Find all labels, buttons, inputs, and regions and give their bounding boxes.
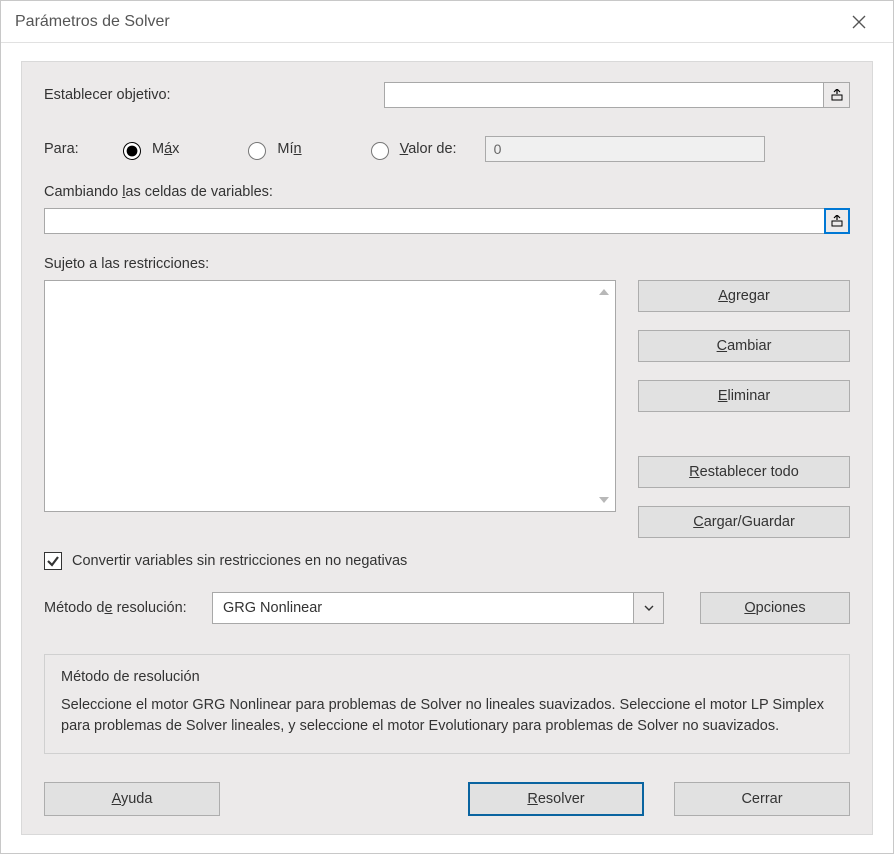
radio-value-of-label: Valor de:: [400, 141, 457, 157]
radio-max-input[interactable]: [123, 142, 141, 160]
nonneg-label: Convertir variables sin restricciones en…: [72, 553, 407, 569]
nonneg-row[interactable]: Convertir variables sin restricciones en…: [44, 552, 850, 570]
chevron-up-icon: [597, 285, 611, 299]
para-label: Para:: [44, 141, 118, 157]
add-button[interactable]: Agregar: [638, 280, 850, 312]
objective-input-wrap: [384, 82, 850, 108]
radio-min[interactable]: Mín: [243, 139, 301, 160]
method-row: Método de resolución: GRG Nonlinear Opci…: [44, 592, 850, 624]
value-of-input[interactable]: [485, 136, 765, 162]
method-selected-value: GRG Nonlinear: [213, 600, 633, 616]
help-box-text: Seleccione el motor GRG Nonlinear para p…: [61, 695, 833, 737]
constraint-buttons: Agregar Cambiar Eliminar Restablecer tod…: [638, 280, 850, 538]
changing-label: Cambiando las celdas de variables:: [44, 184, 850, 200]
radio-min-label: Mín: [277, 141, 301, 157]
radio-min-input[interactable]: [248, 142, 266, 160]
help-button[interactable]: Ayuda: [44, 782, 220, 816]
constraints-section: Sujeto a las restricciones: Agregar Camb…: [44, 256, 850, 538]
radio-max-label: Máx: [152, 141, 179, 157]
changing-input[interactable]: [45, 209, 825, 233]
chevron-down-icon: [597, 493, 611, 507]
collapse-icon[interactable]: [823, 83, 849, 107]
dialog-body: Establecer objetivo: Para: Máx Mín Valor: [21, 61, 873, 835]
objective-input[interactable]: [385, 83, 823, 107]
objective-type-row: Para: Máx Mín Valor de:: [44, 136, 850, 162]
close-button[interactable]: Cerrar: [674, 782, 850, 816]
radio-value-of[interactable]: Valor de:: [366, 139, 457, 160]
changing-input-wrap: [44, 208, 850, 234]
objective-label: Establecer objetivo:: [44, 87, 384, 103]
constraints-label: Sujeto a las restricciones:: [44, 256, 850, 272]
method-select[interactable]: GRG Nonlinear: [212, 592, 664, 624]
radio-value-of-input[interactable]: [371, 142, 389, 160]
method-label: Método de resolución:: [44, 600, 200, 616]
nonneg-checkbox[interactable]: [44, 552, 62, 570]
radio-max[interactable]: Máx: [118, 139, 179, 160]
solve-button[interactable]: Resolver: [468, 782, 644, 816]
titlebar: Parámetros de Solver: [1, 1, 893, 43]
objective-row: Establecer objetivo:: [44, 82, 850, 108]
constraints-area: Agregar Cambiar Eliminar Restablecer tod…: [44, 280, 850, 538]
close-icon[interactable]: [839, 2, 879, 42]
constraints-listbox[interactable]: [44, 280, 616, 512]
help-box-title: Método de resolución: [61, 669, 833, 685]
solver-dialog: Parámetros de Solver Establecer objetivo…: [0, 0, 894, 854]
load-save-button[interactable]: Cargar/Guardar: [638, 506, 850, 538]
dialog-footer: Ayuda Resolver Cerrar: [44, 782, 850, 816]
window-title: Parámetros de Solver: [15, 13, 170, 31]
reset-all-button[interactable]: Restablecer todo: [638, 456, 850, 488]
method-help-box: Método de resolución Seleccione el motor…: [44, 654, 850, 754]
delete-button[interactable]: Eliminar: [638, 380, 850, 412]
change-button[interactable]: Cambiar: [638, 330, 850, 362]
collapse-icon[interactable]: [824, 208, 850, 234]
changing-section: Cambiando las celdas de variables:: [44, 184, 850, 234]
scroll-hints: [597, 285, 611, 507]
options-button[interactable]: Opciones: [700, 592, 850, 624]
chevron-down-icon[interactable]: [633, 593, 663, 623]
